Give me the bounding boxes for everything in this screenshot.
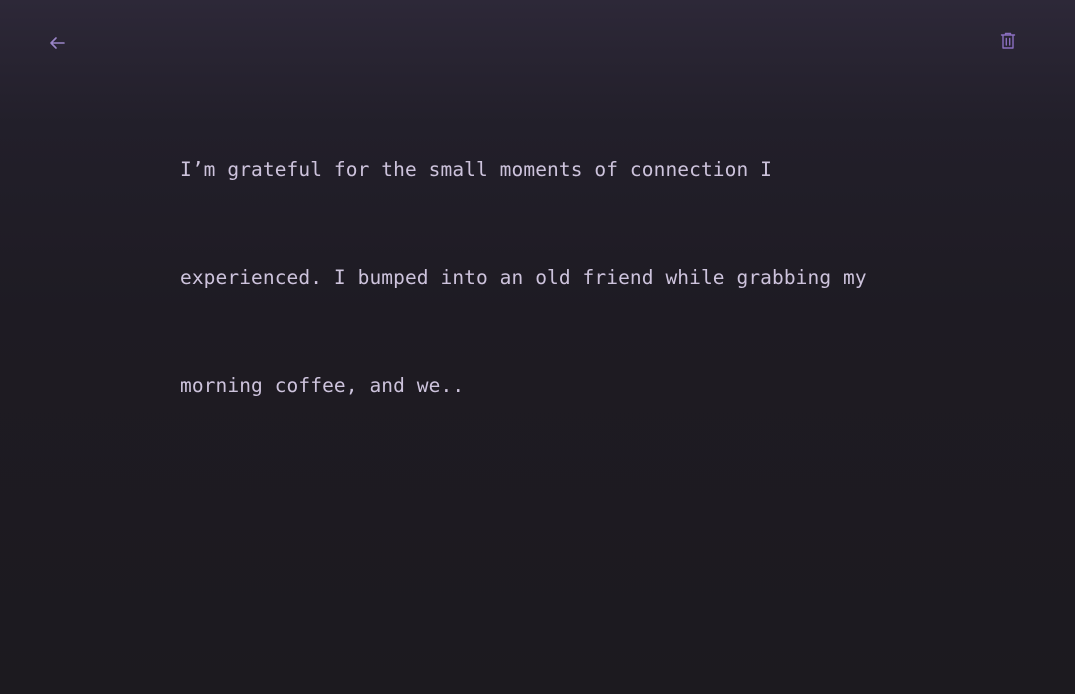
entry-line: experienced. I bumped into an old friend… <box>180 266 867 289</box>
entry-line: I’m grateful for the small moments of co… <box>180 158 772 181</box>
arrow-left-icon <box>50 37 65 49</box>
trash-icon <box>1000 32 1016 49</box>
back-button[interactable] <box>44 30 70 56</box>
delete-button[interactable] <box>996 28 1020 54</box>
entry-line: morning coffee, and we.. <box>180 374 465 397</box>
journal-entry-editor[interactable]: I’m grateful for the small moments of co… <box>180 80 900 440</box>
